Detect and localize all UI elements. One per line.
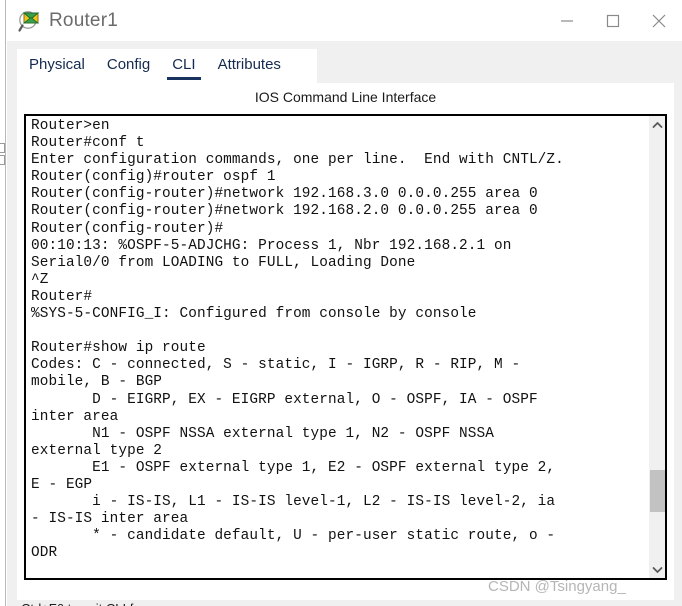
cli-focus-hint: Ctrl+F6 to exit CLI focus	[21, 601, 161, 606]
terminal-line: i - IS-IS, L1 - IS-IS level-1, L2 - IS-I…	[31, 494, 556, 511]
edge-nub-top	[0, 143, 5, 153]
terminal-line: - IS-IS inter area	[31, 511, 189, 528]
tab-bar: Physical Config CLI Attributes	[17, 49, 317, 83]
terminal-line: Enter configuration commands, one per li…	[31, 152, 564, 169]
terminal-line: external type 2	[31, 442, 163, 459]
tab-physical[interactable]: Physical	[29, 49, 85, 79]
tab-cli[interactable]: CLI	[167, 49, 201, 80]
terminal-frame: Router>en Router#conf t Enter configuratio…	[24, 114, 667, 580]
terminal-scrollbar[interactable]	[648, 116, 665, 578]
terminal-line: N1 - OSPF NSSA external type 1, N2 - OSP…	[31, 425, 494, 442]
terminal-line: %SYS-5-CONFIG_I: Configured from console…	[31, 306, 477, 323]
terminal-line: inter area	[31, 408, 119, 425]
cli-content-card: IOS Command Line Interface Router>en Rout…	[17, 83, 674, 600]
close-icon[interactable]	[636, 0, 682, 41]
terminal-line: Serial0/0 from LOADING to FULL, Loading …	[31, 254, 416, 271]
terminal-line: Router(config-router)#network 192.168.3.…	[31, 186, 538, 203]
terminal-line: D - EIGRP, EX - EIGRP external, O - OSPF…	[31, 391, 538, 408]
terminal-line: mobile, B - BGP	[31, 374, 163, 391]
csdn-watermark: CSDN @Tsingyang_	[488, 578, 626, 595]
terminal-line: Router(config)#router ospf 1	[31, 169, 276, 186]
terminal-line: ODR	[31, 545, 58, 562]
terminal-line: Router(config-router)#	[31, 220, 224, 237]
tab-cli-label: CLI	[172, 56, 196, 73]
terminal-line: Router>en	[31, 118, 110, 134]
terminal-line: Router#conf t	[31, 135, 145, 152]
chevron-up-icon[interactable]	[649, 116, 666, 133]
terminal-line: Router#show ip route	[31, 340, 206, 357]
terminal-line: Codes: C - connected, S - static, I - IG…	[31, 357, 521, 374]
edge-nub-bottom	[0, 155, 5, 165]
chevron-down-icon[interactable]	[649, 561, 666, 578]
main-panel: Physical Config CLI Attributes IOS Comma…	[7, 41, 682, 606]
tab-physical-label: Physical	[29, 56, 85, 73]
router-cli-window: Router1 Physical Config CLI Attributes I…	[0, 0, 682, 606]
inspect-magnifier-icon	[17, 8, 43, 34]
tab-attributes[interactable]: Attributes	[218, 49, 281, 79]
scrollbar-thumb[interactable]	[650, 470, 665, 512]
terminal-line: Router(config-router)#network 192.168.2.…	[31, 203, 538, 220]
terminal-line: E1 - OSPF external type 1, E2 - OSPF ext…	[31, 459, 556, 476]
tab-attributes-label: Attributes	[217, 56, 281, 73]
maximize-icon[interactable]	[590, 0, 636, 41]
terminal-output[interactable]: Router>en Router#conf t Enter configuratio…	[26, 116, 648, 578]
minimize-icon[interactable]	[544, 0, 590, 41]
terminal-line: ^Z	[31, 271, 49, 288]
terminal-line: 00:10:13: %OSPF-5-ADJCHG: Process 1, Nbr…	[31, 237, 512, 254]
terminal-line: * - candidate default, U - per-user stat…	[31, 528, 556, 545]
window-left-edge	[0, 0, 6, 606]
terminal-line: Router#	[31, 288, 93, 305]
bottom-strip: Ctrl+F6 to exit CLI focus Copy Paste	[17, 600, 674, 606]
window-title: Router1	[49, 9, 118, 31]
terminal-line: E - EGP	[31, 476, 93, 493]
cli-heading: IOS Command Line Interface	[254, 89, 437, 105]
tab-config-label: Config	[106, 56, 151, 73]
title-bar: Router1	[7, 0, 682, 41]
window-controls	[544, 0, 682, 41]
tab-config[interactable]: Config	[107, 49, 150, 79]
